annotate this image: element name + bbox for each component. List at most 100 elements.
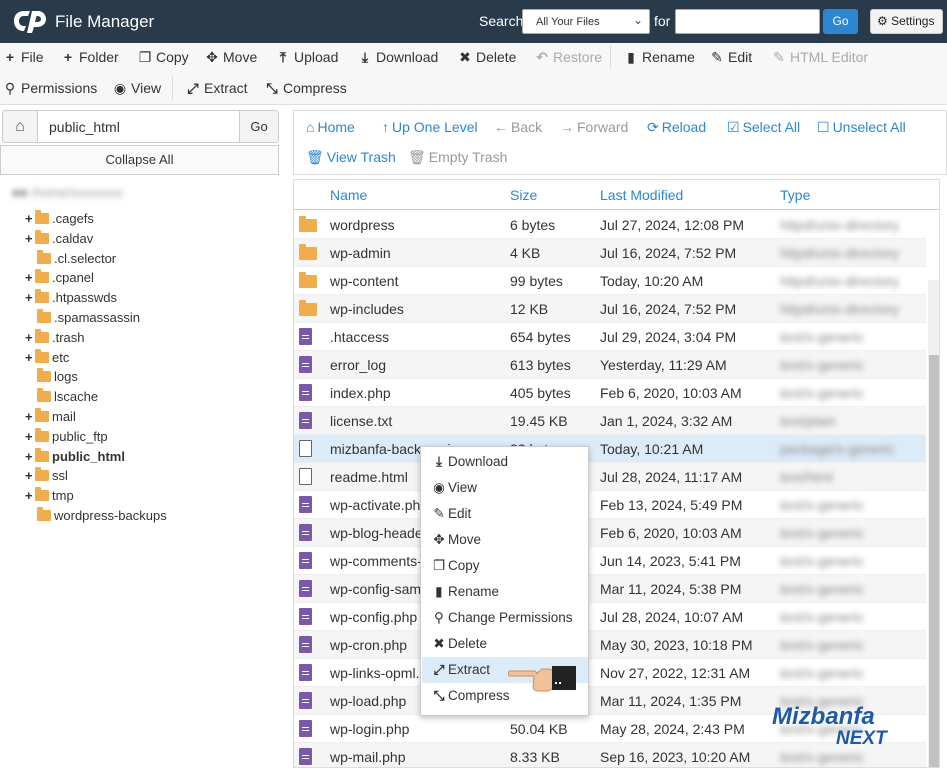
table-row[interactable]: wp-cron.php5.51 KBMay 30, 2023, 10:18 PM… bbox=[294, 631, 926, 659]
table-row[interactable]: wp-includes 12 KB Jul 16, 2024, 7:52 PM htt… bbox=[294, 295, 926, 323]
tree-item[interactable]: + .trash bbox=[25, 328, 85, 348]
select-all-button[interactable]: ☑ Select All bbox=[727, 119, 800, 136]
view-trash-label: View Trash bbox=[326, 149, 396, 165]
expand-plus-icon[interactable]: + bbox=[25, 407, 35, 427]
table-row[interactable]: license.txt 19.45 KB Jan 1, 2024, 3:32 AM t… bbox=[294, 407, 926, 435]
key-icon: ⚲ bbox=[4, 80, 16, 96]
html-editor-button[interactable]: ✎ HTML Editor bbox=[772, 43, 868, 71]
path-go-button[interactable]: Go bbox=[239, 110, 279, 143]
back-button[interactable]: ← Back bbox=[494, 119, 542, 135]
expand-plus-icon[interactable]: + bbox=[25, 427, 35, 447]
forward-button[interactable]: → Forward bbox=[560, 119, 628, 135]
table-row[interactable]: index.php 405 bytes Feb 6, 2020, 10:03 AM t… bbox=[294, 379, 926, 407]
table-row[interactable]: readme.html7.25 KBJul 28, 2024, 11:17 AM… bbox=[294, 463, 926, 491]
folder-icon bbox=[35, 487, 49, 502]
copy-button[interactable]: ❐ Copy bbox=[138, 43, 189, 71]
expand-plus-icon[interactable]: + bbox=[25, 466, 35, 486]
text-file-icon bbox=[299, 328, 312, 345]
scrollbar-thumb[interactable] bbox=[929, 355, 939, 767]
menu-item-copy[interactable]: ❐ Copy bbox=[422, 553, 588, 579]
compress-button[interactable]: ⤡ Compress bbox=[265, 74, 346, 102]
new-file-button[interactable]: + File bbox=[3, 43, 44, 71]
tree-item[interactable]: + public_html bbox=[25, 447, 125, 467]
home-directory-root[interactable]: ■■ /home/xxxxxxxx bbox=[12, 185, 132, 203]
menu-item-view[interactable]: ◉ View bbox=[422, 475, 588, 501]
tree-item[interactable]: logs bbox=[37, 367, 78, 387]
file-size: 8.33 KB bbox=[510, 749, 560, 765]
expand-plus-icon[interactable]: + bbox=[25, 288, 35, 308]
table-row[interactable]: wp-content 99 bytes Today, 10:20 AM httpd/u… bbox=[294, 267, 926, 295]
tree-item[interactable]: .spamassassin bbox=[37, 308, 140, 328]
tree-item[interactable]: wordpress-backups bbox=[37, 506, 167, 526]
edit-button[interactable]: ✎ Edit bbox=[710, 43, 752, 71]
table-row[interactable]: wp-config-sample.php2.93 KBMar 11, 2024,… bbox=[294, 575, 926, 603]
table-row[interactable]: .htaccess 654 bytes Jul 29, 2024, 3:04 PM t… bbox=[294, 323, 926, 351]
home-button[interactable]: ⌂ Home bbox=[306, 119, 355, 135]
menu-item-download[interactable]: ⤓ Download bbox=[422, 449, 588, 475]
delete-button[interactable]: ✖ Delete bbox=[458, 43, 516, 71]
expand-plus-icon[interactable]: + bbox=[25, 348, 35, 368]
column-type[interactable]: Type bbox=[780, 187, 810, 203]
expand-plus-icon[interactable]: + bbox=[25, 268, 35, 288]
column-size[interactable]: Size bbox=[510, 187, 537, 203]
menu-item-edit[interactable]: ✎ Edit bbox=[422, 501, 588, 527]
new-folder-button[interactable]: + Folder bbox=[61, 43, 119, 71]
expand-plus-icon[interactable]: + bbox=[25, 209, 35, 229]
tree-item[interactable]: .cl.selector bbox=[37, 249, 116, 269]
search-go-button[interactable]: Go bbox=[823, 9, 858, 34]
upload-button[interactable]: ⤒ Upload bbox=[276, 43, 338, 71]
expand-plus-icon[interactable]: + bbox=[25, 229, 35, 249]
scrollbar[interactable] bbox=[928, 280, 939, 767]
download-button[interactable]: ⤓ Download bbox=[358, 43, 438, 71]
move-button[interactable]: ✥ Move bbox=[205, 43, 257, 71]
search-scope-select[interactable]: All Your Files ⌄ bbox=[522, 9, 650, 34]
menu-item-move[interactable]: ✥ Move bbox=[422, 527, 588, 553]
tree-item[interactable]: + etc bbox=[25, 348, 69, 368]
table-row[interactable]: wp-config.php3.35 KBJul 28, 2024, 10:07 … bbox=[294, 603, 926, 631]
home-icon[interactable]: ⌂ bbox=[2, 110, 38, 143]
tree-item[interactable]: + ssl bbox=[25, 466, 68, 486]
up-one-level-button[interactable]: ↑ Up One Level bbox=[382, 119, 478, 135]
table-row[interactable]: mizbanfa-backup.zip22 bytesToday, 10:21 … bbox=[294, 435, 926, 463]
column-last-modified[interactable]: Last Modified bbox=[600, 187, 683, 203]
tree-item[interactable]: + .cpanel bbox=[25, 268, 94, 288]
settings-button[interactable]: ⚙ Settings bbox=[870, 9, 943, 34]
folder-icon bbox=[35, 447, 49, 462]
table-row[interactable]: wp-activate.php7.21 KBFeb 13, 2024, 5:49… bbox=[294, 491, 926, 519]
table-row[interactable]: wp-links-opml.php2.44 KBNov 27, 2022, 12… bbox=[294, 659, 926, 687]
text-file-icon bbox=[299, 552, 312, 569]
tree-item[interactable]: + tmp bbox=[25, 486, 74, 506]
empty-trash-button[interactable]: 🗑 Empty Trash bbox=[408, 149, 507, 166]
restore-button[interactable]: ↶ Restore bbox=[535, 43, 602, 71]
move-icon: ✥ bbox=[206, 49, 218, 65]
menu-item-delete[interactable]: ✖ Delete bbox=[422, 631, 588, 657]
table-row[interactable]: wordpress 6 bytes Jul 27, 2024, 12:08 PM ht… bbox=[294, 211, 926, 239]
column-name[interactable]: Name bbox=[330, 187, 367, 203]
rename-button[interactable]: ▮ Rename bbox=[624, 43, 695, 71]
table-row[interactable]: wp-admin 4 KB Jul 16, 2024, 7:52 PM httpd/u… bbox=[294, 239, 926, 267]
menu-item-rename[interactable]: ▮ Rename bbox=[422, 579, 588, 605]
path-input[interactable]: public_html bbox=[37, 110, 240, 143]
unselect-all-button[interactable]: ☐ Unselect All bbox=[817, 119, 906, 136]
view-trash-button[interactable]: 🗑 View Trash bbox=[306, 149, 396, 166]
expand-plus-icon[interactable]: + bbox=[25, 447, 35, 467]
chevron-down-icon: ⌄ bbox=[632, 13, 643, 27]
view-button[interactable]: ◉ View bbox=[113, 74, 161, 102]
tree-item[interactable]: + mail bbox=[25, 407, 76, 427]
permissions-button[interactable]: ⚲ Permissions bbox=[3, 74, 97, 102]
table-row[interactable]: wp-comments-post.php2.27 KBJun 14, 2023,… bbox=[294, 547, 926, 575]
extract-button[interactable]: ⤢ Extract bbox=[186, 74, 247, 102]
expand-plus-icon[interactable]: + bbox=[25, 486, 35, 506]
tree-item[interactable]: + public_ftp bbox=[25, 427, 108, 447]
collapse-all-button[interactable]: Collapse All bbox=[0, 145, 279, 175]
tree-item[interactable]: lscache bbox=[37, 387, 98, 407]
table-row[interactable]: wp-blog-header.php351 bytesFeb 6, 2020, … bbox=[294, 519, 926, 547]
tree-item[interactable]: + .caldav bbox=[25, 229, 93, 249]
expand-plus-icon[interactable]: + bbox=[25, 328, 35, 348]
table-row[interactable]: error_log 613 bytes Yesterday, 11:29 AM tex… bbox=[294, 351, 926, 379]
tree-item[interactable]: + .htpasswds bbox=[25, 288, 117, 308]
menu-item-change-permissions[interactable]: ⚲ Change Permissions bbox=[422, 605, 588, 631]
search-input[interactable] bbox=[675, 9, 820, 34]
reload-button[interactable]: ⟳ Reload bbox=[647, 119, 706, 136]
tree-item[interactable]: + .cagefs bbox=[25, 209, 94, 229]
